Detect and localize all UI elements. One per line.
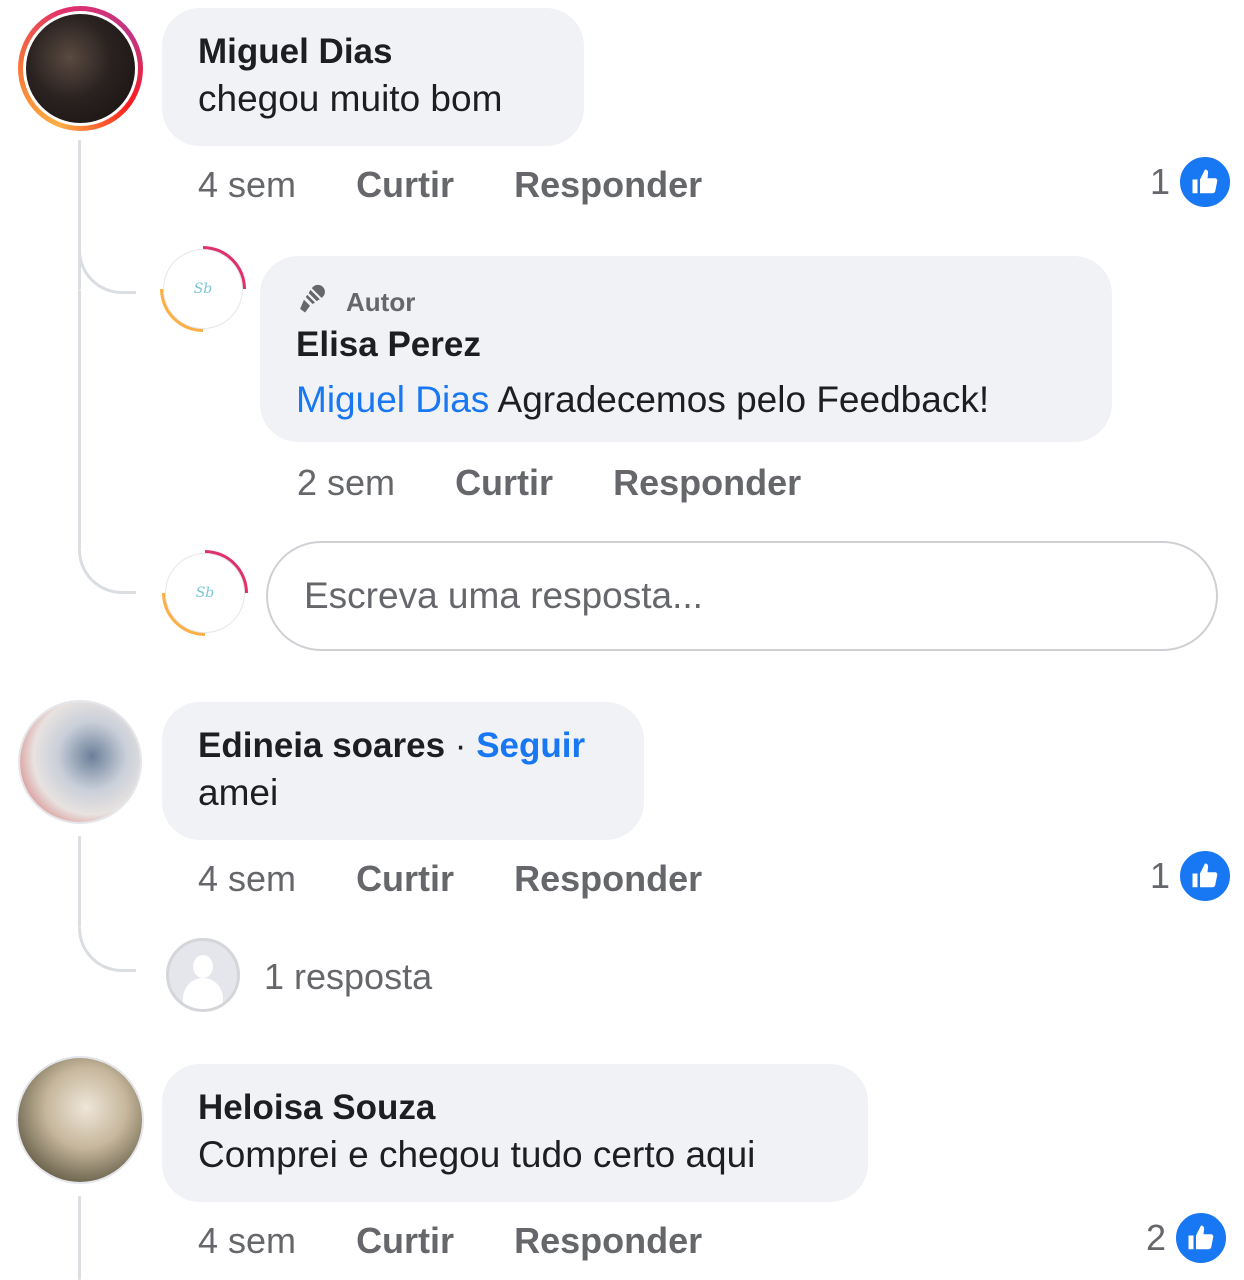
reply-button[interactable]: Responder — [514, 858, 702, 900]
thread-line — [78, 836, 81, 928]
comment-author[interactable]: Edineia soares — [198, 726, 445, 765]
comment-time[interactable]: 4 sem — [198, 1220, 296, 1262]
like-count[interactable]: 1 — [1150, 155, 1233, 209]
author-badge: Autor — [296, 282, 1076, 323]
thumbs-up-icon — [1174, 1211, 1229, 1265]
like-button[interactable]: Curtir — [356, 164, 454, 206]
comment-bubble: Heloisa Souza Comprei e chegou tudo cert… — [162, 1064, 868, 1202]
like-count[interactable]: 2 — [1146, 1211, 1229, 1265]
reply-text-body: Agradecemos pelo Feedback! — [489, 379, 990, 420]
microphone-icon — [296, 282, 334, 323]
view-replies-link[interactable]: 1 resposta — [264, 956, 432, 998]
avatar[interactable] — [18, 6, 143, 131]
separator: · — [445, 726, 477, 765]
avatar[interactable] — [16, 1056, 144, 1184]
like-count[interactable]: 1 — [1150, 849, 1233, 903]
comment-text: chegou muito bom — [198, 78, 503, 119]
like-count-number: 1 — [1150, 855, 1171, 896]
thread-connector — [78, 928, 136, 972]
reply-bubble: Autor Elisa Perez Miguel Dias Agradecemo… — [260, 256, 1112, 442]
avatar — [166, 938, 240, 1012]
reply-button[interactable]: Responder — [514, 164, 702, 206]
comment-actions: 4 sem Curtir Responder — [198, 858, 702, 900]
reply-input-placeholder: Escreva uma resposta... — [304, 575, 703, 616]
author-badge-label: Autor — [346, 287, 416, 317]
thread-line — [78, 140, 81, 290]
thread-line — [78, 290, 81, 550]
avatar[interactable]: Sb — [160, 246, 246, 332]
comment-text: amei — [198, 772, 279, 813]
thread-connector — [78, 550, 136, 594]
like-button[interactable]: Curtir — [356, 1220, 454, 1262]
mention-link[interactable]: Miguel Dias — [296, 379, 489, 420]
comment-bubble: Miguel Dias chegou muito bom — [162, 8, 584, 146]
comment-actions: 4 sem Curtir Responder — [198, 164, 702, 206]
comment-author[interactable]: Miguel Dias — [198, 32, 548, 72]
comment-author-line: Edineia soares · Seguir — [198, 726, 608, 766]
like-button[interactable]: Curtir — [455, 462, 553, 504]
like-button[interactable]: Curtir — [356, 858, 454, 900]
thumbs-up-icon — [1178, 155, 1233, 209]
thread-connector — [78, 250, 136, 294]
reply-input[interactable]: Escreva uma resposta... — [266, 541, 1218, 651]
reply-author[interactable]: Elisa Perez — [296, 325, 1076, 365]
reply-button[interactable]: Responder — [613, 462, 801, 504]
avatar[interactable] — [18, 700, 142, 824]
like-count-number: 1 — [1150, 161, 1171, 202]
reply-text: Miguel Dias Agradecemos pelo Feedback! — [296, 379, 1076, 421]
avatar: Sb — [162, 550, 248, 636]
comment-author[interactable]: Heloisa Souza — [198, 1088, 832, 1128]
reply-time[interactable]: 2 sem — [297, 462, 395, 504]
comment-time[interactable]: 4 sem — [198, 164, 296, 206]
like-count-number: 2 — [1146, 1217, 1167, 1258]
comment-actions: 4 sem Curtir Responder — [198, 1220, 702, 1262]
comment-text: Comprei e chegou tudo certo aqui — [198, 1134, 756, 1175]
follow-button[interactable]: Seguir — [476, 726, 585, 765]
comment-bubble: Edineia soares · Seguir amei — [162, 702, 644, 840]
reply-button[interactable]: Responder — [514, 1220, 702, 1262]
thread-line — [78, 1196, 81, 1280]
thumbs-up-icon — [1178, 849, 1233, 903]
reply-actions: 2 sem Curtir Responder — [297, 462, 801, 504]
comment-time[interactable]: 4 sem — [198, 858, 296, 900]
